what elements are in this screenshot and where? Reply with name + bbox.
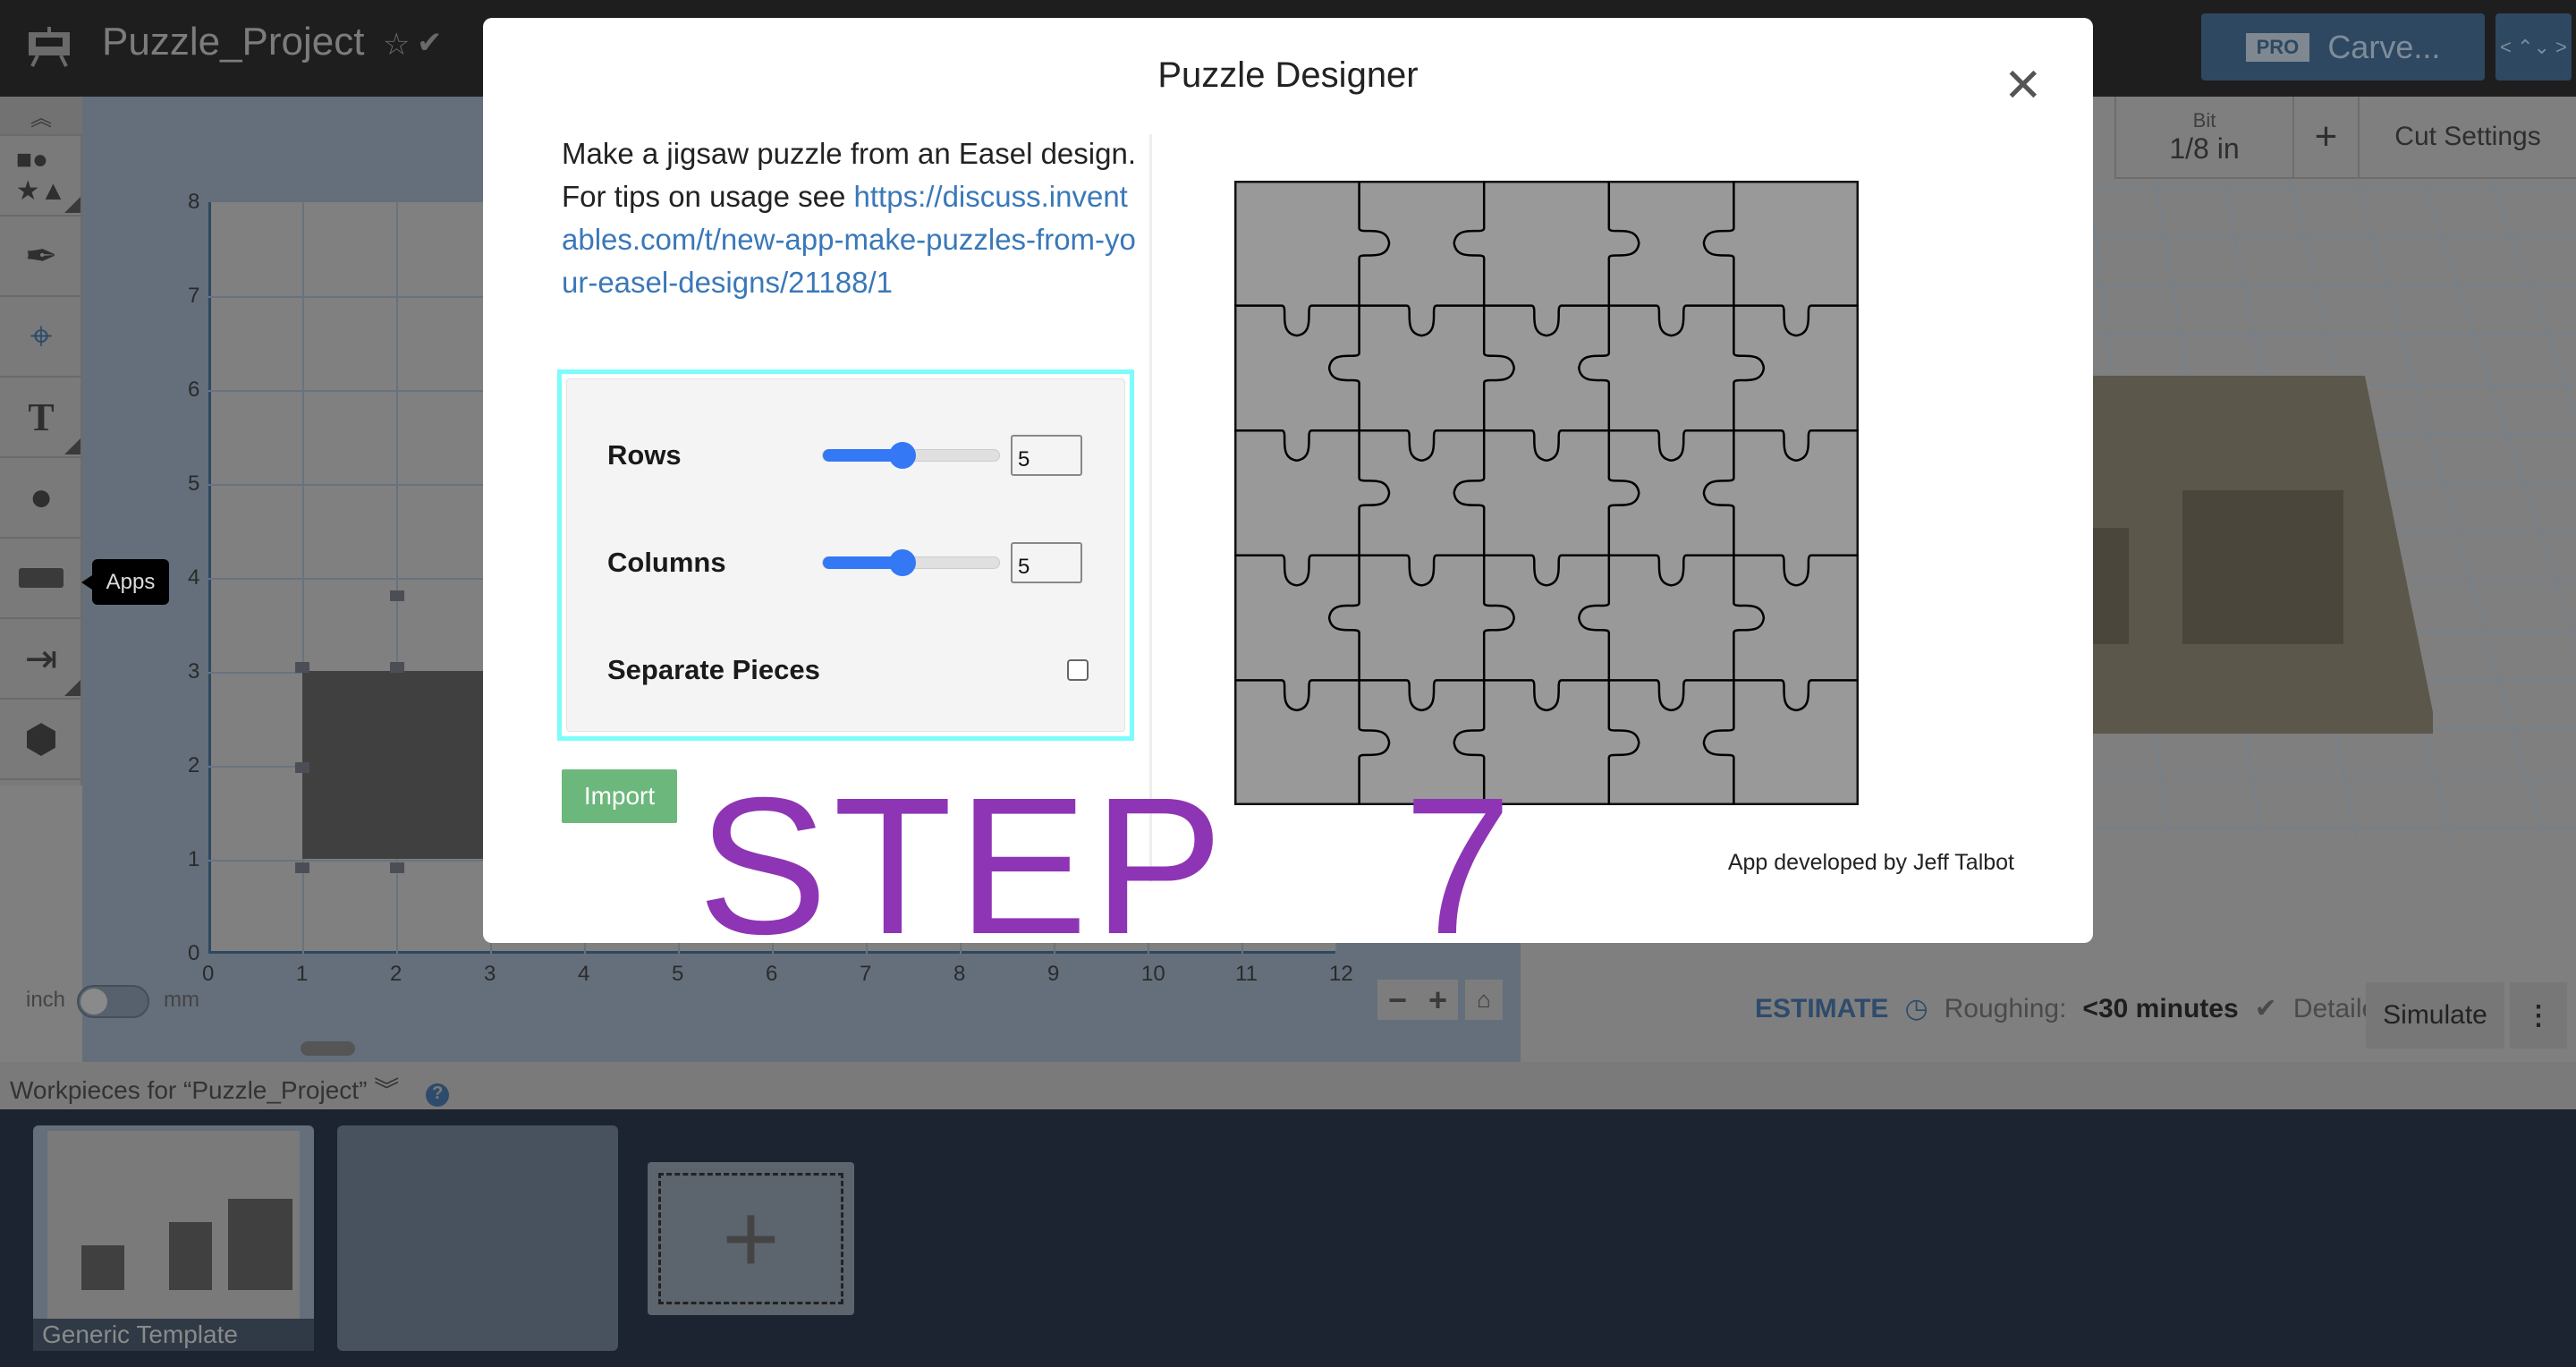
star-icon[interactable]: ☆	[383, 27, 410, 63]
y-tick: 1	[188, 847, 200, 871]
text-tool[interactable]: T	[0, 378, 82, 458]
columns-slider[interactable]	[822, 549, 1000, 576]
import-icon: ⇥	[24, 636, 58, 681]
estimate-bar: ESTIMATE ◷ Roughing: <30 minutes ✔ Detailed	[1755, 993, 2392, 1024]
cut-settings-header: Bit 1/8 in + Cut Settings	[2114, 97, 2576, 179]
selection-handle[interactable]	[390, 862, 404, 873]
puzzle-designer-modal: Puzzle Designer ✕ Make a jigsaw puzzle f…	[483, 18, 2093, 964]
columns-label: Columns	[607, 547, 726, 578]
inch-label: inch	[26, 988, 66, 1012]
x-tick: 1	[296, 962, 309, 986]
selection-handle[interactable]	[295, 862, 309, 873]
rows-label: Rows	[607, 439, 682, 471]
selection-handle[interactable]	[390, 662, 404, 673]
workpiece-thumbnail[interactable]	[337, 1125, 618, 1351]
pro-badge: PRO	[2245, 32, 2310, 62]
collapse-toolbar-icon[interactable]: ︽	[0, 97, 82, 136]
pen-tool[interactable]: ✒	[0, 217, 82, 297]
workpiece-name: Generic Template	[33, 1319, 314, 1351]
check-icon: ✔	[2254, 994, 2277, 1023]
separate-pieces-checkbox[interactable]	[1067, 659, 1089, 681]
shapes-tool[interactable]: ■● ★▲	[0, 136, 82, 217]
zoom-out-icon[interactable]: −	[1388, 981, 1407, 1019]
add-workpiece-button[interactable]: +	[648, 1162, 854, 1315]
apple-icon: ●	[29, 475, 54, 519]
y-tick: 6	[188, 378, 200, 402]
x-tick: 2	[390, 962, 402, 986]
bit-selector[interactable]: Bit 1/8 in	[2114, 97, 2292, 177]
estimate-label: ESTIMATE	[1755, 993, 1889, 1023]
separate-pieces-label: Separate Pieces	[607, 654, 820, 685]
close-icon[interactable]: ✕	[2004, 63, 2043, 109]
more-options-icon[interactable]: ⋮	[2510, 982, 2567, 1049]
zoom-in-icon[interactable]: +	[1428, 981, 1447, 1019]
y-tick: 3	[188, 659, 200, 684]
apps-tool[interactable]	[0, 539, 82, 619]
3d-view-tool[interactable]: ⬢	[0, 700, 82, 780]
mm-label: mm	[164, 988, 200, 1012]
workpiece-thumbnail[interactable]: Generic Template	[33, 1125, 314, 1351]
text-icon: T	[28, 395, 55, 439]
chevron-down-icon[interactable]: ︾	[374, 1076, 399, 1104]
box-icon: ⬢	[23, 717, 59, 761]
y-tick: 4	[188, 565, 200, 590]
saved-check-icon: ✔	[417, 26, 443, 60]
carve-label: Carve...	[2327, 28, 2441, 65]
y-tick: 5	[188, 471, 200, 496]
rows-input[interactable]: 5	[1011, 435, 1082, 476]
puzzle-settings: Rows 5 Columns 5 Separate Pieces	[557, 369, 1134, 741]
project-title[interactable]: Puzzle_Project	[102, 20, 364, 64]
import-button[interactable]: Import	[562, 769, 677, 823]
zoom-controls: − +	[1377, 980, 1458, 1020]
bit-value: 1/8 in	[2169, 132, 2240, 165]
clock-icon[interactable]: ◷	[1904, 993, 1928, 1024]
x-tick: 3	[484, 962, 496, 986]
cut-settings-button[interactable]: Cut Settings	[2358, 97, 2576, 177]
easel-pro-logo[interactable]	[27, 25, 72, 68]
apps-tooltip: Apps	[81, 559, 169, 605]
y-tick: 0	[188, 941, 200, 965]
roughing-value: <30 minutes	[2082, 993, 2239, 1023]
app-credit: App developed by Jeff Talbot	[1727, 850, 2014, 875]
point-tool[interactable]: ⌖	[0, 297, 82, 378]
carve-button[interactable]: PRO Carve...	[2201, 13, 2485, 81]
home-icon[interactable]: ⌂	[1465, 980, 1503, 1020]
horizontal-scrollbar[interactable]	[301, 1041, 355, 1056]
step-annotation: STEP 7	[698, 758, 1518, 975]
roughing-label: Roughing:	[1944, 993, 2067, 1023]
view-navigation-button[interactable]: < ⌃⌄ >	[2496, 13, 2572, 81]
icons-tool[interactable]: ●	[0, 458, 82, 539]
selection-handle[interactable]	[295, 762, 309, 773]
x-tick: 4	[578, 962, 590, 986]
import-tool[interactable]: ⇥	[0, 619, 82, 700]
add-bit-button[interactable]: +	[2292, 97, 2358, 177]
y-tick: 7	[188, 284, 200, 308]
y-tick: 8	[188, 190, 200, 214]
x-tick: 5	[672, 962, 684, 986]
bit-label: Bit	[2192, 108, 2216, 132]
x-tick: 0	[202, 962, 215, 986]
help-icon[interactable]: ?	[426, 1083, 450, 1107]
left-toolbar: ︽ ■● ★▲ ✒ ⌖ T ● ⇥ ⬢	[0, 97, 82, 785]
workpieces-title[interactable]: Workpieces for “Puzzle_Project”	[10, 1076, 367, 1104]
y-tick: 2	[188, 753, 200, 777]
unit-toggle[interactable]	[77, 985, 149, 1018]
rows-slider[interactable]	[822, 442, 1000, 469]
simulate-button[interactable]: Simulate	[2366, 982, 2504, 1049]
puzzle-preview	[1234, 181, 1859, 805]
plus-icon: +	[658, 1173, 843, 1304]
lego-brick-icon	[19, 568, 64, 588]
modal-title: Puzzle Designer	[1157, 55, 1419, 95]
description: Make a jigsaw puzzle from an Easel desig…	[562, 132, 1143, 304]
shapes-icon: ■● ★▲	[15, 144, 67, 206]
pen-icon: ✒	[24, 233, 58, 278]
crosshair-icon: ⌖	[30, 314, 53, 358]
selection-handle[interactable]	[295, 662, 309, 673]
workpieces-bar: Workpieces for “Puzzle_Project” ︾?	[0, 1062, 2576, 1109]
rotation-handle[interactable]	[390, 590, 404, 601]
columns-input[interactable]: 5	[1011, 542, 1082, 583]
